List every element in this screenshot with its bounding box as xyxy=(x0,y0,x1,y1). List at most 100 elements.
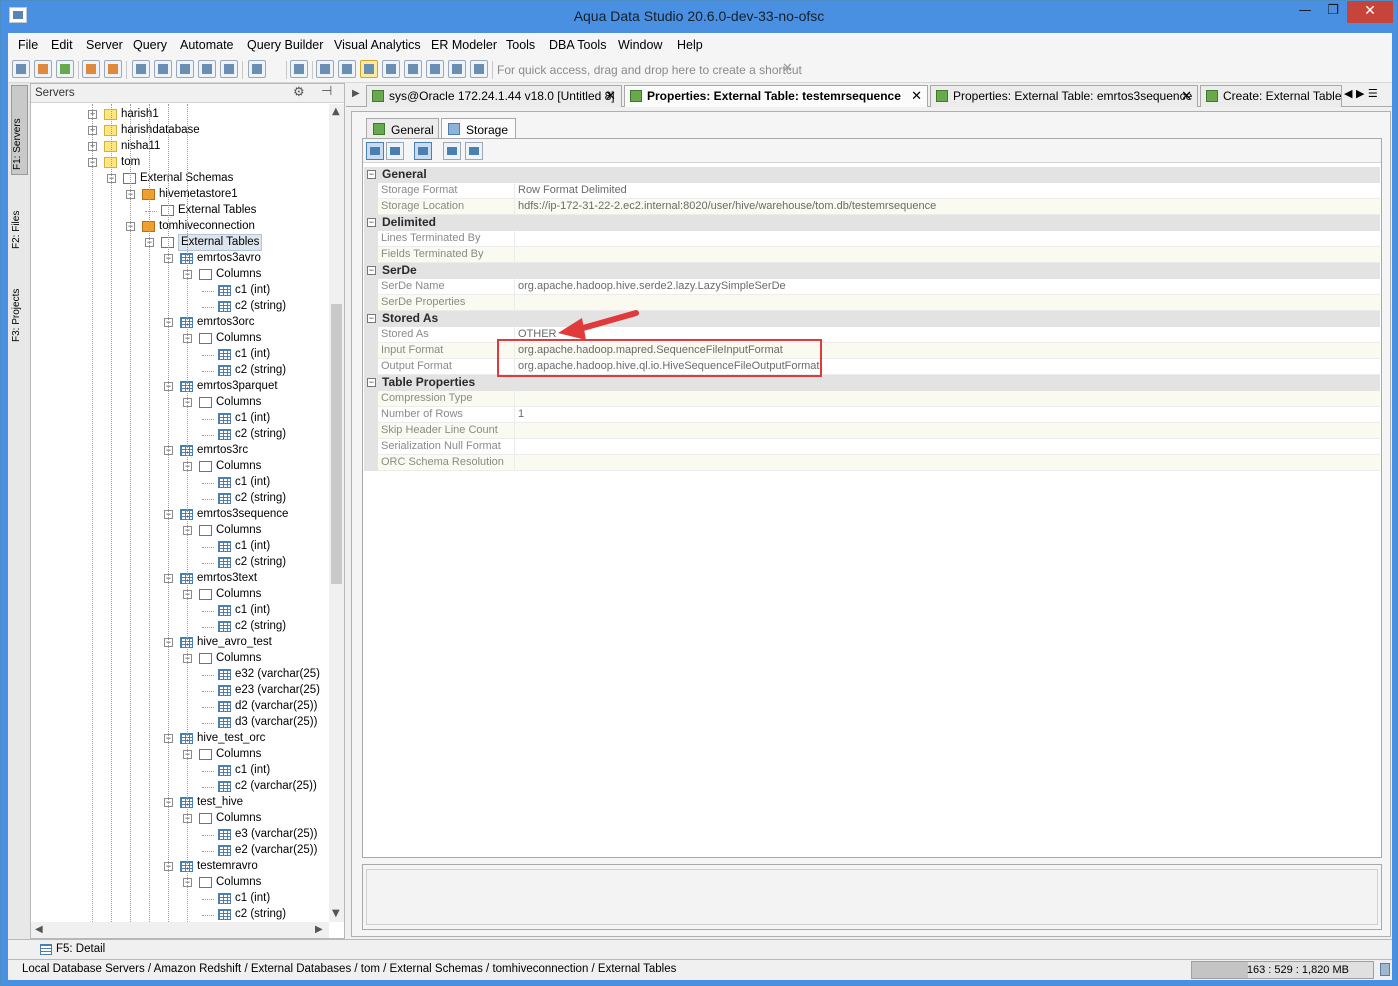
toolbar-button-14[interactable] xyxy=(360,60,378,78)
tree-node-label[interactable]: c2 (string) xyxy=(235,619,286,634)
tree-node[interactable]: − tom xyxy=(31,155,329,171)
scroll-thumb[interactable] xyxy=(331,304,342,584)
tree-node[interactable]: + harish1 xyxy=(31,107,329,123)
tree-node[interactable]: − test_hive xyxy=(31,795,329,811)
tree-node[interactable]: − emrtos3orc xyxy=(31,315,329,331)
property-category[interactable]: − Delimited xyxy=(364,215,1380,231)
tree-node[interactable]: c2 (string) xyxy=(31,299,329,315)
property-row[interactable]: ORC Schema Resolution xyxy=(364,455,1380,471)
close-tab-icon[interactable]: ✕ xyxy=(1181,88,1192,104)
tree-node-label[interactable]: c1 (int) xyxy=(235,347,270,362)
show-description-button[interactable] xyxy=(414,142,432,160)
maximize-button[interactable]: ❐ xyxy=(1319,1,1347,23)
toolbar-button-3[interactable] xyxy=(56,60,74,78)
subtab-storage[interactable]: Storage xyxy=(441,118,516,139)
scroll-right-icon[interactable]: ▶ xyxy=(315,924,323,935)
tree-node[interactable]: c1 (int) xyxy=(31,411,329,427)
scroll-down-icon[interactable]: ▼ xyxy=(332,908,340,919)
collapse-icon[interactable]: − xyxy=(367,378,376,387)
sort-az-button[interactable] xyxy=(386,142,404,160)
tree-node[interactable]: − emrtos3parquet xyxy=(31,379,329,395)
menu-er-modeler[interactable]: ER Modeler xyxy=(431,38,497,52)
tree-node[interactable]: e3 (varchar(25)) xyxy=(31,827,329,843)
categorized-view-button[interactable] xyxy=(366,142,384,160)
tree-node[interactable]: c1 (int) xyxy=(31,891,329,907)
tree-node-label[interactable]: c1 (int) xyxy=(235,891,270,906)
tree-node-label[interactable]: c1 (int) xyxy=(235,475,270,490)
menu-visual-analytics[interactable]: Visual Analytics xyxy=(334,38,421,52)
toolbar-button-13[interactable] xyxy=(338,60,356,78)
tree-node[interactable]: c2 (string) xyxy=(31,363,329,379)
shortcut-hint[interactable]: For quick access, drag and drop here to … xyxy=(497,63,802,77)
collapse-icon[interactable]: − xyxy=(367,218,376,227)
menu-automate[interactable]: Automate xyxy=(180,38,234,52)
menu-window[interactable]: Window xyxy=(618,38,662,52)
tab-navigation[interactable]: ◀ ▶ ☰ xyxy=(1344,87,1378,100)
collapse-icon[interactable]: − xyxy=(367,266,376,275)
tree-node-label[interactable]: test_hive xyxy=(197,795,243,810)
tree-node[interactable]: e23 (varchar(25) xyxy=(31,683,329,699)
tree-node-label[interactable]: emrtos3parquet xyxy=(197,379,278,394)
tree-node-label[interactable]: e3 (varchar(25)) xyxy=(235,827,317,842)
tree-node[interactable]: − Columns xyxy=(31,523,329,539)
tree-node-label[interactable]: Columns xyxy=(216,747,261,762)
toolbar-button-11[interactable] xyxy=(290,60,308,78)
tree-node[interactable]: − Columns xyxy=(31,651,329,667)
toolbar-button-2[interactable] xyxy=(34,60,52,78)
tree-node-label[interactable]: c1 (int) xyxy=(235,539,270,554)
property-category[interactable]: − Stored As xyxy=(364,311,1380,327)
title-bar[interactable]: Aqua Data Studio 20.6.0-dev-33-no-ofsc —… xyxy=(1,1,1397,33)
tree-node-label[interactable]: e23 (varchar(25) xyxy=(235,683,320,698)
detail-bar[interactable]: F5: Detail xyxy=(8,939,1392,959)
tree-node-label[interactable]: c1 (int) xyxy=(235,603,270,618)
tree-node[interactable]: − Columns xyxy=(31,747,329,763)
tab-scroll-left-icon[interactable]: ▶ xyxy=(352,88,360,99)
property-row[interactable]: Lines Terminated By xyxy=(364,231,1380,247)
tree-node[interactable]: External Tables xyxy=(31,203,329,219)
detail-label[interactable]: F5: Detail xyxy=(56,943,105,955)
close-button[interactable]: ✕ xyxy=(1347,1,1393,23)
tree-node[interactable]: + nisha11 xyxy=(31,139,329,155)
property-value[interactable]: hdfs://ip-172-31-22-2.ec2.internal:8020/… xyxy=(518,199,936,214)
tab-properties-emrtos3sequence[interactable]: Properties: External Table: emrtos3seque… xyxy=(930,85,1198,107)
property-value[interactable]: org.apache.hadoop.hive.serde2.lazy.LazyS… xyxy=(518,279,786,294)
tree-node-label[interactable]: tomhiveconnection xyxy=(159,219,255,234)
toolbar-button-16[interactable] xyxy=(404,60,422,78)
property-row[interactable]: Storage Location hdfs://ip-172-31-22-2.ec… xyxy=(364,199,1380,215)
scroll-up-icon[interactable]: ▲ xyxy=(332,106,340,117)
tab-create-external-table[interactable]: Create: External Table xyxy=(1200,85,1342,107)
toolbar-button-4[interactable] xyxy=(82,60,100,78)
collapse-icon[interactable]: − xyxy=(367,170,376,179)
property-row[interactable]: Skip Header Line Count xyxy=(364,423,1380,439)
tree-node[interactable]: − Columns xyxy=(31,875,329,891)
toolbar-button-8[interactable] xyxy=(176,60,194,78)
menu-help[interactable]: Help xyxy=(677,38,703,52)
gear-icon[interactable]: ⚙ xyxy=(293,85,305,100)
property-row[interactable]: Fields Terminated By xyxy=(364,247,1380,263)
toolbar-dropdown-button[interactable] xyxy=(248,60,266,78)
tree-node-label[interactable]: hivemetastore1 xyxy=(159,187,238,202)
tree-node-label[interactable]: Columns xyxy=(216,395,261,410)
tree-node-label[interactable]: emrtos3text xyxy=(197,571,257,586)
tree-node-label[interactable]: hive_avro_test xyxy=(197,635,272,650)
tree-node-label[interactable]: c1 (int) xyxy=(235,411,270,426)
property-category[interactable]: − Table Properties xyxy=(364,375,1380,391)
tree-node-label[interactable]: emrtos3orc xyxy=(197,315,255,330)
tree-node[interactable]: − emrtos3sequence xyxy=(31,507,329,523)
close-tab-icon[interactable]: ✕ xyxy=(911,88,922,104)
menu-query-builder[interactable]: Query Builder xyxy=(247,38,323,52)
tree-node-label[interactable]: Columns xyxy=(216,523,261,538)
tree-node-label[interactable]: d2 (varchar(25)) xyxy=(235,699,317,714)
toolbar-button-5[interactable] xyxy=(104,60,122,78)
tree-node[interactable]: − Columns xyxy=(31,395,329,411)
tree-node-label[interactable]: nisha11 xyxy=(121,139,160,154)
tree-node-label[interactable]: External Tables xyxy=(178,234,263,251)
tree-node[interactable]: − External Tables xyxy=(31,234,329,251)
collapse-all-button[interactable] xyxy=(465,142,483,160)
tree-horizontal-scrollbar[interactable]: ◀ ▶ xyxy=(31,922,329,938)
toolbar-button-19[interactable] xyxy=(470,60,488,78)
tree-node[interactable]: − hive_avro_test xyxy=(31,635,329,651)
tree-node[interactable]: − testemravro xyxy=(31,859,329,875)
collapse-icon[interactable]: − xyxy=(367,314,376,323)
tree-node[interactable]: c2 (varchar(25)) xyxy=(31,779,329,795)
